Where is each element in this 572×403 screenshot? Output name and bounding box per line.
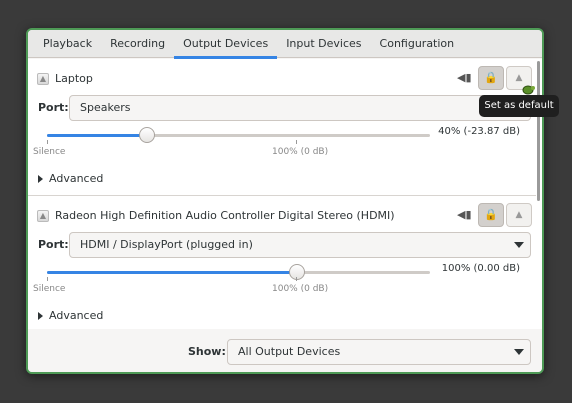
port-label: Port: (38, 101, 69, 114)
show-select[interactable]: All Output Devices (227, 339, 531, 365)
show-value: All Output Devices (238, 345, 341, 358)
chevron-down-icon (514, 349, 524, 355)
silence-tick (47, 277, 48, 281)
volume-slider[interactable] (47, 264, 430, 280)
lock-channels-button[interactable]: 🔒 (478, 66, 504, 90)
lock-icon: 🔒 (484, 208, 498, 221)
silence-tick (47, 140, 48, 144)
advanced-label: Advanced (49, 309, 104, 322)
port-select[interactable]: HDMI / DisplayPort (plugged in) (69, 232, 531, 258)
volume-fill (47, 271, 297, 274)
port-value: Speakers (80, 101, 131, 114)
turtle-cursor-icon (522, 85, 535, 95)
silence-mark: Silence (33, 147, 66, 157)
chevron-down-icon (514, 242, 524, 248)
tab-recording[interactable]: Recording (101, 30, 174, 58)
tab-bar: Playback Recording Output Devices Input … (28, 30, 542, 59)
advanced-expander[interactable]: Advanced (38, 172, 103, 185)
full-volume-mark: 100% (0 dB) (272, 284, 329, 294)
device-name: Radeon High Definition Audio Controller … (55, 209, 395, 222)
audio-card-icon: ▲ (37, 210, 49, 222)
speaker-mute-icon[interactable]: ◀▮ (457, 72, 472, 84)
tab-input-devices[interactable]: Input Devices (277, 30, 370, 58)
set-default-icon: ▲ (515, 73, 523, 83)
audio-card-icon: ▲ (37, 73, 49, 85)
silence-mark: Silence (33, 284, 66, 294)
volume-readout: 100% (0.00 dB) (441, 263, 520, 274)
lock-icon: 🔒 (484, 71, 498, 84)
full-tick (296, 140, 297, 144)
tooltip: Set as default (479, 95, 559, 117)
volume-slider-handle[interactable] (139, 127, 155, 143)
tab-configuration[interactable]: Configuration (371, 30, 464, 58)
device-list: ▲ Laptop ◀▮ 🔒 ▲ Port: Speakers Silence 1… (28, 59, 542, 329)
set-default-button[interactable]: ▲ (506, 203, 532, 227)
port-label: Port: (38, 238, 69, 251)
expander-arrow-icon (38, 312, 43, 320)
device-hdmi: ▲ Radeon High Definition Audio Controlle… (28, 197, 536, 329)
speaker-mute-icon[interactable]: ◀▮ (457, 209, 472, 221)
volume-slider-handle[interactable] (289, 264, 305, 280)
full-tick (296, 277, 297, 281)
tab-playback[interactable]: Playback (34, 30, 101, 58)
expander-arrow-icon (38, 175, 43, 183)
set-default-icon: ▲ (515, 210, 523, 220)
lock-channels-button[interactable]: 🔒 (478, 203, 504, 227)
bottom-bar: Show: All Output Devices (28, 330, 542, 372)
port-value: HDMI / DisplayPort (plugged in) (80, 238, 253, 251)
scrollbar[interactable] (537, 61, 540, 201)
port-select[interactable]: Speakers (69, 95, 531, 121)
volume-readout: 40% (-23.87 dB) (438, 126, 520, 137)
show-label: Show: (188, 345, 226, 358)
advanced-label: Advanced (49, 172, 104, 185)
device-laptop: ▲ Laptop ◀▮ 🔒 ▲ Port: Speakers Silence 1… (28, 59, 536, 196)
pavucontrol-window: Playback Recording Output Devices Input … (26, 28, 544, 374)
advanced-expander[interactable]: Advanced (38, 309, 103, 322)
volume-slider[interactable] (47, 127, 430, 143)
volume-fill (47, 134, 147, 137)
device-name: Laptop (55, 72, 93, 85)
tab-output-devices[interactable]: Output Devices (174, 30, 278, 59)
full-volume-mark: 100% (0 dB) (272, 147, 329, 157)
